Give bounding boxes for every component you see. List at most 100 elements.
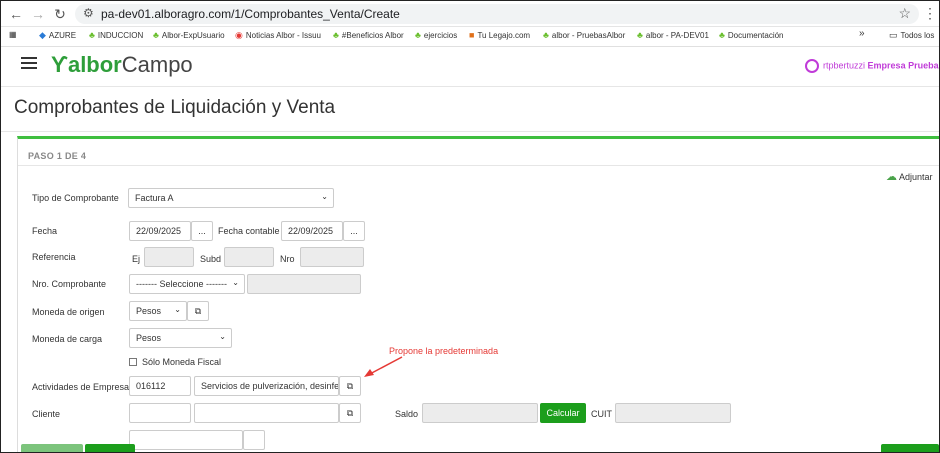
cancel-step-button[interactable] bbox=[85, 444, 135, 452]
bookmark-label: Albor-ExpUsuario bbox=[161, 31, 225, 40]
site-info-icon[interactable]: ⚙ bbox=[83, 6, 94, 20]
logo-prefix: albor bbox=[67, 52, 122, 77]
tipo-comprobante-select[interactable]: Factura A ⌄ bbox=[128, 188, 334, 208]
attach-label: Adjuntar bbox=[899, 172, 933, 182]
cliente-label: Cliente bbox=[32, 409, 61, 419]
moneda-origen-open-button[interactable]: ⧉ bbox=[187, 301, 209, 321]
external-link-icon: ⧉ bbox=[346, 408, 354, 418]
saldo-label: Saldo bbox=[395, 409, 419, 419]
nro-input[interactable] bbox=[300, 247, 364, 267]
annotation-arrow-icon bbox=[364, 356, 403, 377]
next-row-select[interactable] bbox=[129, 430, 243, 450]
actividad-codigo-input[interactable]: 016112 bbox=[129, 376, 191, 396]
external-link-icon: ⧉ bbox=[194, 306, 202, 316]
fecha-picker-button[interactable]: ... bbox=[191, 221, 213, 241]
issuu-icon: ◉ bbox=[235, 30, 243, 40]
sprout-icon: ♣ bbox=[637, 30, 643, 40]
bookmark-tu-legajo[interactable]: ■ Tu Legajo.com bbox=[469, 30, 530, 40]
next-step-button[interactable] bbox=[881, 444, 939, 452]
bookmark-label: Todos los bbox=[900, 31, 935, 40]
bookmark-label: albor - PruebasAlbor bbox=[551, 31, 626, 40]
bookmark-noticias[interactable]: ◉ Noticias Albor - Issuu bbox=[235, 30, 321, 41]
all-bookmarks-folder[interactable]: ▭ Todos los bbox=[889, 30, 934, 41]
bookmark-albor-expusuario[interactable]: ♣ Albor-ExpUsuario bbox=[153, 30, 225, 40]
legajo-icon: ■ bbox=[469, 30, 475, 40]
company-name: Empresa Prueba bbox=[867, 60, 939, 71]
actividad-descripcion-input[interactable]: Servicios de pulverización, desinfe bbox=[194, 376, 339, 396]
chevron-down-icon: ⌄ bbox=[321, 192, 328, 201]
ej-label: Ej bbox=[132, 254, 141, 264]
subd-label: Subd bbox=[200, 254, 222, 264]
azure-icon: ◆ bbox=[39, 30, 46, 40]
bookmark-beneficios[interactable]: ♣ #Beneficios Albor bbox=[333, 30, 404, 40]
apps-icon[interactable]: ▦ bbox=[9, 30, 17, 39]
bookmark-induccion[interactable]: ♣ INDUCCION bbox=[89, 30, 143, 40]
sprout-icon: ♣ bbox=[719, 30, 725, 40]
next-row-open-button[interactable] bbox=[243, 430, 265, 450]
fecha-contable-picker-button[interactable]: ... bbox=[343, 221, 365, 241]
url-text: pa-dev01.alboragro.com/1/Comprobantes_Ve… bbox=[101, 7, 400, 21]
attach-button[interactable]: ☁ Adjuntar bbox=[886, 170, 933, 183]
cliente-nombre-input[interactable] bbox=[194, 403, 339, 423]
folder-icon: ▭ bbox=[889, 30, 898, 40]
sprout-icon: ♣ bbox=[333, 30, 339, 40]
bookmark-pa-dev01[interactable]: ♣ albor - PA-DEV01 bbox=[637, 30, 709, 40]
bookmark-pruebasalbor[interactable]: ♣ albor - PruebasAlbor bbox=[543, 30, 625, 40]
select-value: Pesos bbox=[136, 333, 162, 343]
back-step-button[interactable] bbox=[21, 444, 83, 452]
solo-moneda-fiscal-checkbox[interactable] bbox=[129, 358, 137, 366]
divider bbox=[1, 131, 939, 132]
fecha-input[interactable]: 22/09/2025 bbox=[129, 221, 191, 241]
bookmark-azure[interactable]: ◆ AZURE bbox=[39, 30, 76, 41]
calcular-button[interactable]: Calcular bbox=[540, 403, 586, 423]
menu-icon[interactable] bbox=[21, 57, 37, 72]
moneda-origen-select[interactable]: Pesos ⌄ bbox=[129, 301, 187, 321]
browser-toolbar: ← → ↻ ⚙ pa-dev01.alboragro.com/1/Comprob… bbox=[1, 1, 939, 27]
ej-input[interactable] bbox=[144, 247, 194, 267]
saldo-input[interactable] bbox=[422, 403, 538, 423]
cliente-codigo-input[interactable] bbox=[129, 403, 191, 423]
bookmark-label: AZURE bbox=[48, 31, 77, 40]
sprout-icon: ♣ bbox=[543, 30, 549, 40]
sprout-icon: ♣ bbox=[153, 30, 159, 40]
forward-icon[interactable]: → bbox=[29, 5, 47, 23]
user-name: rtpbertuzzi bbox=[823, 60, 866, 71]
moneda-origen-label: Moneda de origen bbox=[32, 307, 105, 317]
cuit-input[interactable] bbox=[615, 403, 731, 423]
bookmark-star-icon[interactable]: ☆ bbox=[898, 5, 911, 22]
nro-comprobante-select[interactable]: ------- Seleccione ------- ⌄ bbox=[129, 274, 245, 294]
select-value: Factura A bbox=[135, 193, 174, 203]
bookmark-label: Noticias Albor - Issuu bbox=[245, 31, 321, 40]
bookmarks-bar: ▦ ◆ AZURE ♣ INDUCCION ♣ Albor-ExpUsuario ◉ N… bbox=[1, 27, 939, 47]
subd-input[interactable] bbox=[224, 247, 274, 267]
nro-comprobante-input[interactable] bbox=[247, 274, 361, 294]
referencia-label: Referencia bbox=[32, 252, 76, 262]
albor-logo[interactable]: ϒalborCampo bbox=[51, 52, 193, 78]
sprout-icon: ♣ bbox=[89, 30, 95, 40]
chevron-down-icon: ⌄ bbox=[174, 305, 181, 314]
logo-suffix: Campo bbox=[121, 52, 193, 77]
bookmark-ejercicios[interactable]: ♣ ejercicios bbox=[415, 30, 457, 40]
external-link-icon: ⧉ bbox=[346, 381, 354, 391]
address-bar[interactable]: ⚙ pa-dev01.alboragro.com/1/Comprobantes_… bbox=[75, 4, 919, 24]
more-bookmarks-button[interactable]: » bbox=[859, 28, 865, 39]
bookmark-label: albor - PA-DEV01 bbox=[645, 31, 709, 40]
tipo-comprobante-label: Tipo de Comprobante bbox=[32, 193, 119, 203]
solo-moneda-fiscal-label: Sólo Moneda Fiscal bbox=[142, 357, 222, 367]
back-icon[interactable]: ← bbox=[7, 5, 25, 23]
reload-icon[interactable]: ↻ bbox=[51, 5, 69, 23]
nro-label: Nro bbox=[280, 254, 295, 264]
user-menu[interactable]: rtpbertuzzi Empresa Prueba bbox=[805, 59, 939, 73]
bookmark-label: #Beneficios Albor bbox=[341, 31, 404, 40]
cloud-upload-icon: ☁ bbox=[886, 171, 897, 183]
cliente-open-button[interactable]: ⧉ bbox=[339, 403, 361, 423]
moneda-carga-select[interactable]: Pesos ⌄ bbox=[129, 328, 232, 348]
logo-leaf-icon: ϒ bbox=[51, 52, 68, 77]
fecha-contable-input[interactable]: 22/09/2025 bbox=[281, 221, 343, 241]
chevron-down-icon: ⌄ bbox=[219, 332, 226, 341]
bookmark-documentacion[interactable]: ♣ Documentación bbox=[719, 30, 784, 40]
actividades-label: Actividades de Empresa bbox=[32, 382, 130, 392]
bookmark-label: Documentación bbox=[727, 31, 784, 40]
nro-comprobante-label: Nro. Comprobante bbox=[32, 279, 107, 289]
browser-menu-icon[interactable]: ⋮ bbox=[923, 5, 937, 22]
